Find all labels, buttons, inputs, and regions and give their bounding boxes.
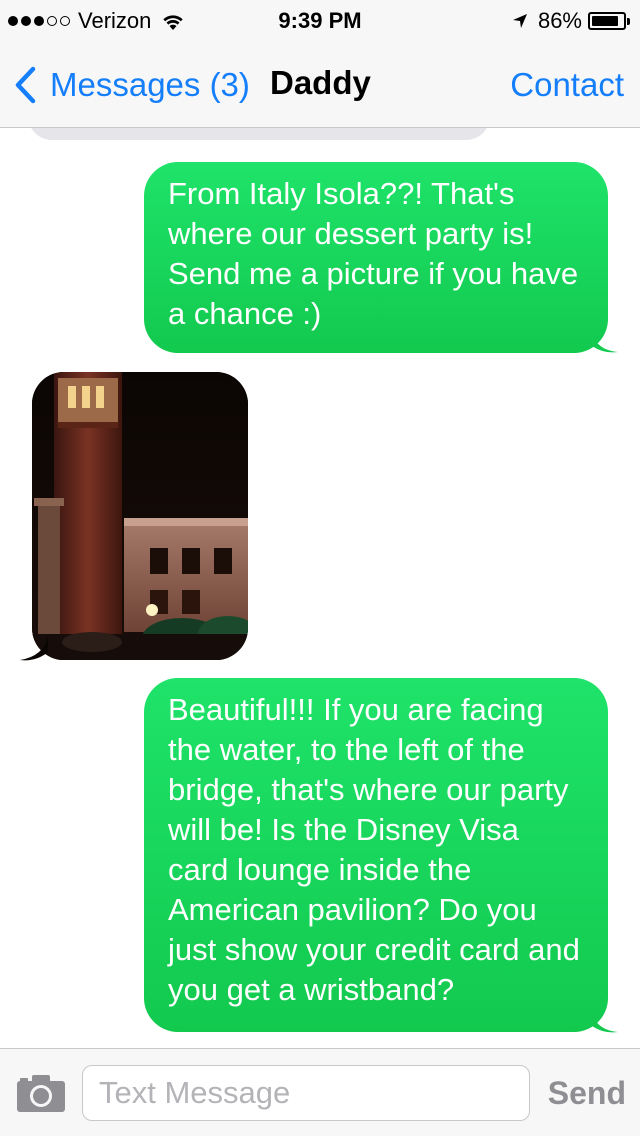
- message-text-input[interactable]: [82, 1065, 530, 1121]
- status-right: 86%: [512, 8, 630, 34]
- bubble-tail: [592, 332, 618, 353]
- conversation-title: Daddy: [270, 64, 371, 101]
- battery-percent: 86%: [537, 8, 582, 33]
- chevron-left-icon: [15, 66, 36, 104]
- message-list[interactable]: From Italy Isola??! That's where our des…: [0, 128, 640, 1048]
- message-input-bar: Send: [0, 1048, 640, 1136]
- previous-incoming-bubble: [28, 128, 490, 140]
- send-button[interactable]: Send: [548, 1075, 626, 1112]
- back-button[interactable]: Messages (3): [14, 66, 250, 104]
- photo-night-tower: [32, 372, 248, 660]
- incoming-photo-message[interactable]: [32, 372, 248, 660]
- message-text: Beautiful!!! If you are facing the water…: [168, 692, 580, 1007]
- navigation-bar: Messages (3) Daddy Contact: [0, 40, 640, 128]
- back-button-label: Messages (3): [50, 66, 250, 103]
- bubble-tail: [20, 636, 48, 661]
- location-arrow-icon: [512, 14, 527, 28]
- status-bar: Verizon 9:39 PM 86%: [0, 0, 640, 40]
- outgoing-message-bubble[interactable]: Beautiful!!! If you are facing the water…: [144, 678, 608, 1032]
- message-text: From Italy Isola??! That's where our des…: [168, 176, 579, 331]
- battery-level-fill: [592, 16, 618, 26]
- camera-icon[interactable]: [16, 1073, 66, 1113]
- battery-icon: [588, 12, 630, 30]
- outgoing-message-bubble[interactable]: From Italy Isola??! That's where our des…: [144, 162, 608, 353]
- bubble-tail: [592, 1012, 618, 1033]
- contact-button[interactable]: Contact: [510, 66, 624, 104]
